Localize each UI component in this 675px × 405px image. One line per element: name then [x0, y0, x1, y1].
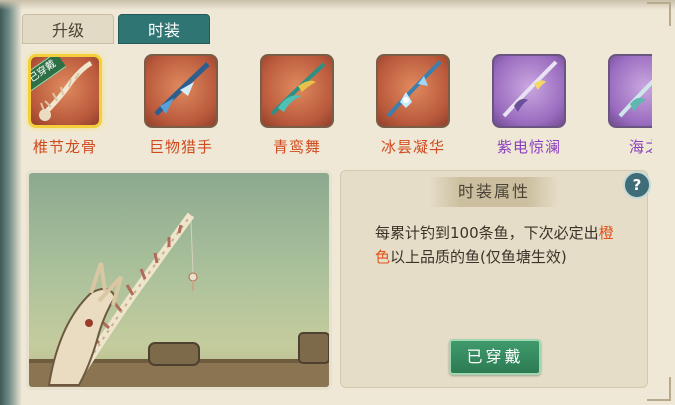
skin-name: 海之: [628, 138, 652, 156]
skin-preview: [26, 170, 332, 390]
equipped-button[interactable]: 已穿戴: [449, 339, 541, 375]
attribute-title: 时装属性: [429, 177, 559, 207]
skin-name: 青鸾舞: [272, 138, 321, 156]
tab-fashion[interactable]: 时装: [118, 14, 210, 44]
phoenix-rod-icon: [270, 62, 326, 116]
attribute-panel: 时装属性 ? 每累计钓到100条鱼，下次必定出橙色以上品质的鱼(仅鱼塘生效) 已…: [340, 170, 651, 388]
question-icon[interactable]: ?: [623, 171, 651, 199]
skin-name: 巨物猎手: [148, 138, 213, 156]
corner-ornament: [647, 2, 671, 26]
skin-list: 已穿戴 椎节龙骨 巨物猎手 青鸾舞 冰昙凝华 紫电惊澜 海: [22, 50, 652, 165]
skin-thumbnail[interactable]: [260, 54, 334, 128]
ink-border-decoration: [0, 0, 22, 405]
dragon-bone-rod-preview: [29, 212, 329, 387]
desc-text-1: 每累计钓到100条鱼，下次必定出: [375, 224, 599, 242]
attribute-description: 每累计钓到100条鱼，下次必定出橙色以上品质的鱼(仅鱼塘生效): [375, 221, 625, 269]
skin-name: 冰昙凝华: [380, 138, 445, 156]
desc-text-2: 以上品质的鱼(仅鱼塘生效): [390, 248, 567, 266]
skin-thumbnail[interactable]: [376, 54, 450, 128]
skin-name: 椎节龙骨: [32, 138, 97, 156]
skin-name: 紫电惊澜: [496, 138, 561, 156]
skin-thumbnail[interactable]: [608, 54, 652, 128]
sea-rod-icon: [618, 79, 652, 118]
corner-ornament: [647, 377, 671, 401]
tab-upgrade[interactable]: 升级: [22, 14, 114, 44]
tab-bar: 升级 时装: [22, 14, 214, 44]
skin-thumbnail[interactable]: [144, 54, 218, 128]
shark-rod-icon: [154, 62, 210, 116]
ice-flower-rod-icon: [386, 60, 442, 118]
purple-lightning-rod-icon: [502, 60, 558, 118]
skin-thumbnail[interactable]: [492, 54, 566, 128]
top-border-decoration: [0, 0, 675, 10]
skin-thumbnail[interactable]: 已穿戴: [28, 54, 102, 128]
